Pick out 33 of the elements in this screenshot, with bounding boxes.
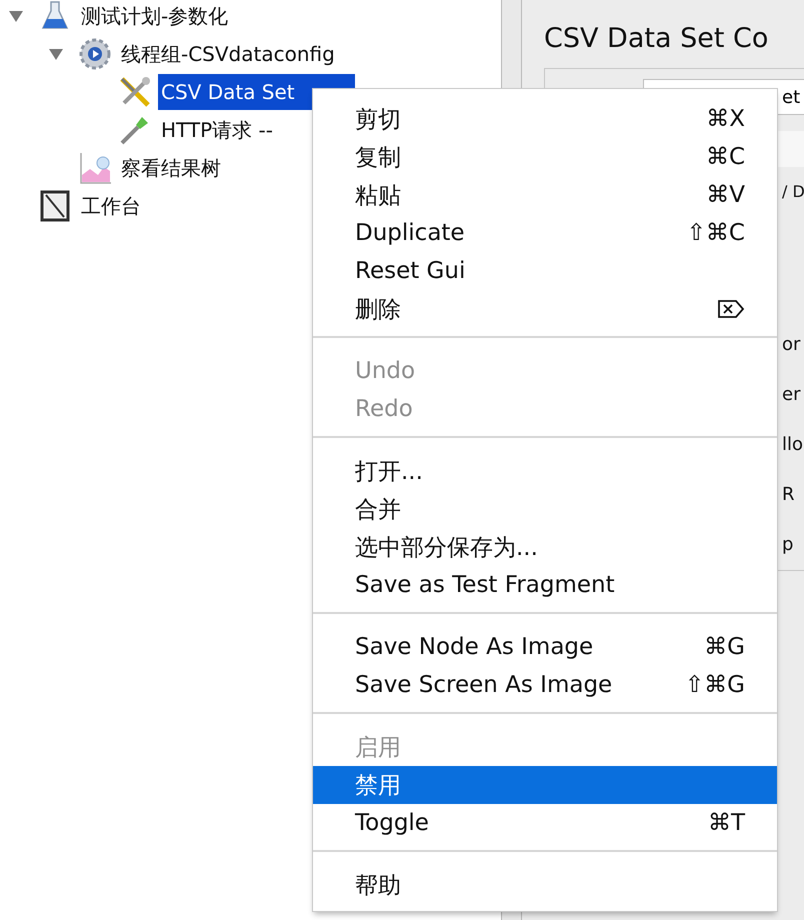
menu-item[interactable]: 选中部分保存为... <box>313 528 777 566</box>
menu-item[interactable]: 打开... <box>313 452 777 490</box>
field-label: / D <box>782 181 804 203</box>
menu-item[interactable]: 复制 ⌘C <box>313 138 777 176</box>
field-label: p <box>782 533 794 557</box>
menu-item[interactable]: Save Screen As Image ⇧⌘G <box>313 666 777 704</box>
field-label: R <box>782 483 796 507</box>
menu-item[interactable]: Reset Gui <box>313 252 777 290</box>
tree-item[interactable]: 线程组-CSVdataconfig <box>118 36 338 72</box>
field-label: or <box>782 333 802 357</box>
gear-icon <box>78 37 112 71</box>
menu-item[interactable]: 禁用 <box>313 766 777 804</box>
field-label: llo <box>782 433 804 457</box>
menu-item[interactable]: Toggle ⌘T <box>313 804 777 842</box>
menu-item[interactable]: 合并 <box>313 490 777 528</box>
panel-title: CSV Data Set Co <box>544 22 770 56</box>
notebook-icon <box>38 189 72 223</box>
tree-item[interactable]: HTTP请求 -- <box>158 112 276 148</box>
chart-icon <box>78 151 112 185</box>
menu-item[interactable]: Save as Test Fragment <box>313 566 777 604</box>
delete-key-icon <box>717 299 745 319</box>
field-label: er <box>782 383 802 407</box>
expand-arrow-icon[interactable] <box>8 9 24 23</box>
tree-item[interactable]: 测试计划-参数化 <box>78 0 232 34</box>
tools-icon <box>118 75 152 109</box>
menu-item[interactable]: Save Node As Image ⌘G <box>313 628 777 666</box>
menu-item[interactable]: 帮助 <box>313 866 777 904</box>
menu-item[interactable]: 粘贴 ⌘V <box>313 176 777 214</box>
expand-arrow-icon[interactable] <box>48 47 64 61</box>
menu-item[interactable]: 删除 <box>313 290 777 328</box>
tree-item[interactable]: 察看结果树 <box>118 150 224 186</box>
menu-item[interactable]: Duplicate ⇧⌘C <box>313 214 777 252</box>
tree-item[interactable]: 工作台 <box>78 188 144 224</box>
